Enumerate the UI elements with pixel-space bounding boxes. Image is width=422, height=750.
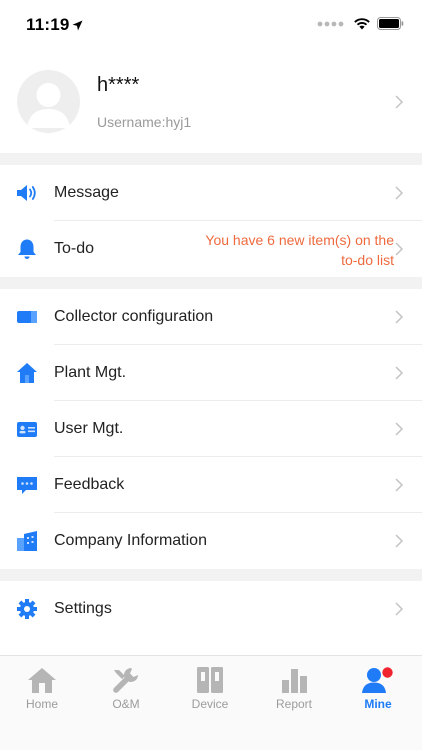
bell-icon: [18, 239, 36, 259]
chevron-right-icon: [395, 366, 404, 380]
avatar[interactable]: [17, 70, 80, 133]
status-bar: 11:19: [0, 0, 422, 52]
chevron-right-icon: [395, 310, 404, 324]
status-indicators: [317, 17, 404, 30]
signal-dots-icon: [317, 21, 344, 26]
chevron-right-icon: [395, 242, 404, 256]
wrench-icon: [113, 668, 138, 693]
menu-item-label: To-do: [54, 240, 95, 257]
section-divider: [0, 569, 422, 581]
tab-label: O&M: [112, 697, 140, 711]
menu-item-label: Feedback: [54, 476, 125, 493]
chevron-right-icon: [395, 95, 404, 109]
menu-item-label: User Mgt.: [54, 420, 124, 437]
menu-item-plant-mgt[interactable]: Plant Mgt.: [0, 345, 422, 401]
device-icon: [197, 667, 223, 693]
chevron-right-icon: [395, 534, 404, 548]
speaker-icon: [17, 185, 36, 201]
chat-bubble-icon: [17, 477, 37, 494]
notification-dot: [382, 667, 393, 678]
default-avatar-icon: [27, 83, 70, 128]
menu-item-label: Collector configuration: [54, 308, 214, 325]
bar-chart-icon: [282, 669, 307, 693]
profile-username: Username:hyj1: [97, 114, 192, 130]
chevron-right-icon: [395, 478, 404, 492]
location-arrow-icon: [72, 20, 83, 31]
profile-name: h****: [97, 74, 140, 96]
menu-item-user-mgt[interactable]: User Mgt.: [0, 401, 422, 457]
tab-label: Report: [275, 697, 313, 711]
menu-item-collector-configuration[interactable]: Collector configuration: [0, 289, 422, 345]
chevron-right-icon: [395, 186, 404, 200]
chevron-right-icon: [395, 422, 404, 436]
user-icon: [362, 667, 393, 693]
menu-item-feedback[interactable]: Feedback: [0, 457, 422, 513]
gear-icon: [17, 599, 37, 619]
tab-label: Device: [191, 697, 229, 711]
todo-notification-text: You have 6 new item(s) on the to-do list: [205, 232, 394, 268]
tab-report[interactable]: Report: [252, 662, 336, 712]
section-divider: [0, 277, 422, 289]
id-card-icon: [17, 422, 37, 437]
battery-icon: [377, 17, 404, 30]
menu-item-label: Plant Mgt.: [54, 364, 127, 381]
tab-label: Mine: [364, 697, 392, 711]
tab-device[interactable]: Device: [168, 662, 252, 712]
home-icon: [28, 668, 56, 693]
menu-item-todo[interactable]: To-do You have 6 new item(s) on the to-d…: [0, 221, 422, 277]
profile-card[interactable]: h**** Username:hyj1: [0, 52, 422, 153]
tab-home[interactable]: Home: [0, 662, 84, 712]
building-icon: [17, 531, 37, 551]
menu-item-label: Settings: [54, 600, 112, 617]
menu-item-company-information[interactable]: Company Information: [0, 513, 422, 569]
menu-item-label: Message: [54, 184, 119, 201]
status-time: 11:19: [26, 15, 70, 34]
tab-label: Home: [25, 697, 58, 711]
wifi-icon: [354, 18, 370, 30]
content-bottom-padding: [0, 637, 422, 655]
tab-bar: Home O&M Device Report Mine: [0, 655, 422, 750]
menu-item-label: Company Information: [54, 532, 207, 549]
chevron-right-icon: [395, 602, 404, 616]
tab-mine[interactable]: Mine: [336, 662, 420, 712]
house-icon: [17, 363, 37, 383]
menu-item-settings[interactable]: Settings: [0, 581, 422, 637]
section-divider: [0, 153, 422, 165]
tab-om[interactable]: O&M: [84, 662, 168, 712]
collector-icon: [17, 311, 37, 323]
menu-item-message[interactable]: Message: [0, 165, 422, 221]
